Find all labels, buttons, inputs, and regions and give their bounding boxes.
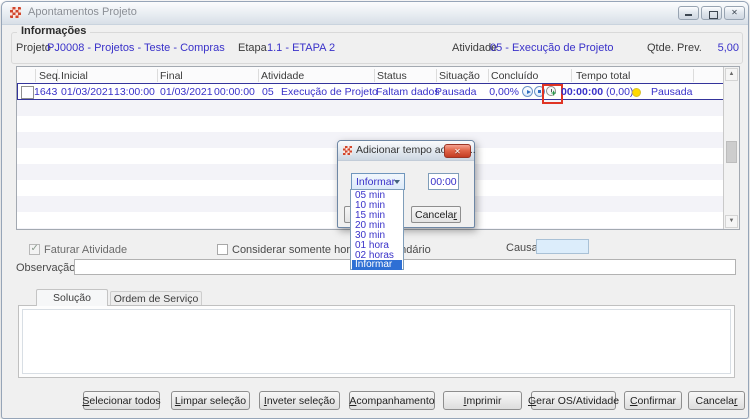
checkmark-icon: ✓ bbox=[30, 243, 39, 254]
dialog-close-icon: ✕ bbox=[454, 146, 461, 156]
column-separator bbox=[571, 69, 572, 82]
projeto-label: Projeto bbox=[16, 42, 51, 54]
etapa-label: Etapa bbox=[238, 42, 267, 54]
stop-square-icon bbox=[538, 90, 541, 93]
considerar-horas-checkbox[interactable] bbox=[217, 244, 228, 255]
cell-status: Faltam dados bbox=[376, 86, 440, 98]
play-icon[interactable] bbox=[522, 86, 533, 97]
scroll-down-button[interactable]: ▼ bbox=[725, 215, 738, 228]
column-separator bbox=[258, 69, 259, 82]
scroll-up-button[interactable]: ▲ bbox=[725, 68, 738, 81]
chevron-down-icon bbox=[394, 180, 400, 184]
selecionar-todos-button[interactable]: Selecionar todos bbox=[82, 391, 161, 410]
atividade-value: 05 - Execução de Projeto bbox=[490, 42, 614, 54]
col-tempo-total: Tempo total bbox=[576, 70, 631, 82]
col-concluido: Concluído bbox=[491, 70, 539, 82]
observacao-label: Observação bbox=[16, 262, 76, 274]
cell-final-date: 01/03/2021 bbox=[160, 86, 213, 98]
close-button[interactable]: ✕ bbox=[724, 6, 745, 20]
row-checkbox[interactable] bbox=[21, 86, 34, 99]
screenshot-stage: Apontamentos Projeto ✕ Informações Proje… bbox=[0, 0, 750, 419]
table-row[interactable]: 1643 01/03/2021 13:00:00 01/03/2021 00:0… bbox=[17, 83, 724, 104]
causa-input[interactable] bbox=[536, 239, 589, 254]
causa-label: Causa bbox=[506, 242, 538, 254]
cell-tempo-total: 00:00:00 bbox=[561, 86, 604, 98]
cell-final-time: 00:00:00 bbox=[214, 86, 255, 98]
faturar-atividade-checkbox: ✓ bbox=[29, 243, 40, 255]
column-separator bbox=[57, 69, 58, 82]
observacao-input[interactable] bbox=[74, 259, 736, 275]
col-status: Status bbox=[377, 70, 407, 82]
grid-vertical-scrollbar[interactable]: ▲ ▼ bbox=[723, 67, 739, 229]
cell-situacao: Pausada bbox=[435, 86, 477, 98]
tab-ordem-label: Ordem de Serviço bbox=[113, 292, 199, 305]
limpar-selecao-button[interactable]: Limpar seleção bbox=[171, 391, 250, 410]
column-separator bbox=[693, 69, 694, 82]
etapa-value: 1.1 - ETAPA 2 bbox=[267, 42, 336, 54]
solucao-textarea[interactable] bbox=[22, 309, 731, 374]
column-separator bbox=[157, 69, 158, 82]
solucao-tab-panel bbox=[18, 305, 735, 378]
projeto-value: PJ0008 - Projetos - Teste - Compras bbox=[47, 42, 225, 54]
cell-concluido: 0,00% bbox=[489, 86, 519, 98]
tab-solucao-label: Solução bbox=[53, 292, 91, 304]
cell-atividade-code: 05 bbox=[262, 86, 274, 98]
cell-estado: Pausada bbox=[651, 86, 693, 98]
window-titlebar: Apontamentos Projeto ✕ bbox=[2, 2, 748, 25]
app-icon bbox=[10, 7, 21, 18]
tempo-combobox[interactable]: Informar bbox=[351, 173, 405, 190]
tempo-dropdown-list: 05 min 10 min 15 min 20 min 30 min 01 ho… bbox=[350, 189, 404, 270]
faturar-atividade-label: Faturar Atividade bbox=[44, 244, 128, 256]
col-final: Final bbox=[160, 70, 183, 82]
column-separator bbox=[436, 69, 437, 82]
restore-icon bbox=[709, 11, 718, 19]
window-title: Apontamentos Projeto bbox=[28, 6, 137, 18]
close-icon: ✕ bbox=[731, 8, 738, 17]
play-triangle-icon bbox=[526, 89, 531, 94]
tempo-input[interactable]: 00:00 bbox=[428, 173, 459, 190]
cell-tempo-decimal: (0,00) bbox=[606, 86, 634, 98]
dialog-titlebar: Adicionar tempo ao apo... ✕ bbox=[338, 141, 476, 161]
minimize-button[interactable] bbox=[678, 6, 699, 20]
cancelar-button[interactable]: Cancela r bbox=[688, 391, 745, 410]
column-separator bbox=[374, 69, 375, 82]
cell-atividade-desc: Execução de Projeto bbox=[281, 86, 378, 98]
gerar-os-atividade-button[interactable]: Gerar OS/Atividade bbox=[528, 391, 619, 410]
cell-inicial-date: 01/03/2021 bbox=[61, 86, 114, 98]
highlight-annotation-box bbox=[542, 84, 563, 104]
cell-seq: 1643 bbox=[34, 86, 58, 98]
tab-ordem-de-servico[interactable]: Ordem de Serviço bbox=[110, 291, 202, 306]
tab-solucao[interactable]: Solução bbox=[36, 289, 108, 306]
inveter-selecao-button[interactable]: Inveter seleção bbox=[259, 391, 340, 410]
status-dot-yellow bbox=[632, 88, 641, 97]
acompanhamento-button[interactable]: Acompanhamento bbox=[349, 391, 435, 410]
col-inicial: Inicial bbox=[61, 70, 88, 82]
col-situacao: Situação bbox=[439, 70, 480, 82]
combobox-value: Informar bbox=[356, 176, 396, 188]
column-separator bbox=[488, 69, 489, 82]
cell-inicial-time: 13:00:00 bbox=[114, 86, 155, 98]
confirmar-button[interactable]: Confirmar bbox=[624, 391, 682, 410]
dialog-app-icon bbox=[343, 146, 352, 155]
imprimir-button[interactable]: Imprimir bbox=[443, 391, 522, 410]
qtde-prev-label: Qtde. Prev. bbox=[647, 42, 702, 54]
col-atividade: Atividade bbox=[261, 70, 305, 82]
qtde-prev-value: 5,00 bbox=[717, 42, 739, 54]
dialog-close-button[interactable]: ✕ bbox=[444, 144, 471, 158]
restore-button[interactable] bbox=[701, 6, 722, 20]
column-separator bbox=[35, 69, 36, 82]
scrollbar-thumb[interactable] bbox=[726, 141, 737, 163]
option-informar-selected[interactable]: Informar bbox=[352, 260, 402, 270]
informacoes-title: Informações bbox=[17, 25, 91, 37]
dialog-cancelar-button[interactable]: Cancela r bbox=[411, 206, 461, 223]
minimize-icon bbox=[685, 14, 692, 16]
